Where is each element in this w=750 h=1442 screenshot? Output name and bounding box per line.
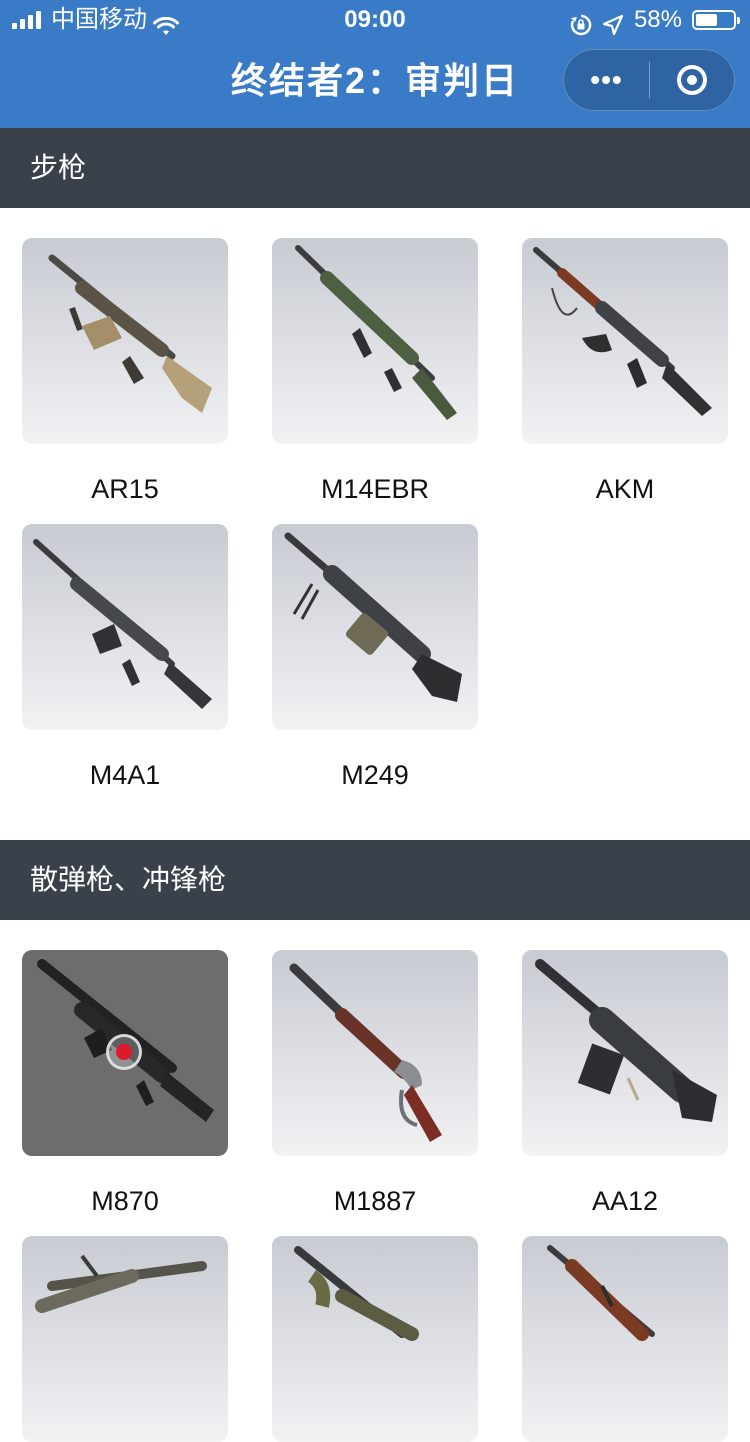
weapon-image xyxy=(22,238,228,444)
weapon-name: M14EBR xyxy=(320,474,430,504)
more-icon[interactable]: ••• xyxy=(564,64,649,96)
close-target-icon[interactable] xyxy=(650,65,734,95)
weapon-image xyxy=(272,950,478,1156)
battery-percent: 58% xyxy=(633,6,682,33)
miniprogram-capsule: ••• xyxy=(563,49,735,111)
weapon-image xyxy=(272,524,478,730)
weapon-card-akm[interactable]: AKM xyxy=(522,238,728,505)
battery-level xyxy=(696,14,717,26)
weapon-name: M870 xyxy=(91,1186,159,1216)
weapon-image xyxy=(22,950,228,1156)
battery-icon xyxy=(692,10,740,30)
weapon-name: AA12 xyxy=(591,1186,659,1216)
weapon-image xyxy=(522,1236,728,1442)
weapon-card-m14ebr[interactable]: M14EBR xyxy=(272,238,478,505)
weapon-card-partial[interactable] xyxy=(272,1236,478,1442)
weapon-card-aa12[interactable]: AA12 xyxy=(522,950,728,1217)
weapon-image xyxy=(22,1236,228,1442)
weapon-name: AKM xyxy=(595,474,655,504)
weapon-card-m4a1[interactable]: M4A1 xyxy=(22,524,228,791)
weapon-name: M1887 xyxy=(333,1186,417,1216)
rotation-lock-icon xyxy=(570,9,592,36)
weapon-image xyxy=(22,524,228,730)
section-header-shotguns-smgs: 散弹枪、冲锋枪 xyxy=(0,840,750,920)
top-bar: 中国移动 09:00 58% 终结者2：审判日 ••• xyxy=(0,0,750,128)
weapon-name: AR15 xyxy=(91,474,159,504)
status-right: 58% xyxy=(570,0,740,40)
record-marker-icon xyxy=(106,1034,142,1070)
weapon-card-m249[interactable]: M249 xyxy=(272,524,478,791)
weapon-card-m1887[interactable]: M1887 xyxy=(272,950,478,1217)
weapon-image xyxy=(272,1236,478,1442)
weapon-card-partial[interactable] xyxy=(22,1236,228,1442)
weapon-card-ar15[interactable]: AR15 xyxy=(22,238,228,505)
weapon-card-m870[interactable]: M870 xyxy=(22,950,228,1217)
weapon-image xyxy=(272,238,478,444)
weapon-image xyxy=(522,238,728,444)
weapon-name: M4A1 xyxy=(89,760,161,790)
weapon-name: M249 xyxy=(341,760,409,790)
location-arrow-icon xyxy=(602,9,624,36)
status-bar: 中国移动 09:00 58% xyxy=(0,0,750,40)
weapon-image xyxy=(522,950,728,1156)
weapon-card-partial[interactable] xyxy=(522,1236,728,1442)
section-header-rifles: 步枪 xyxy=(0,128,750,208)
